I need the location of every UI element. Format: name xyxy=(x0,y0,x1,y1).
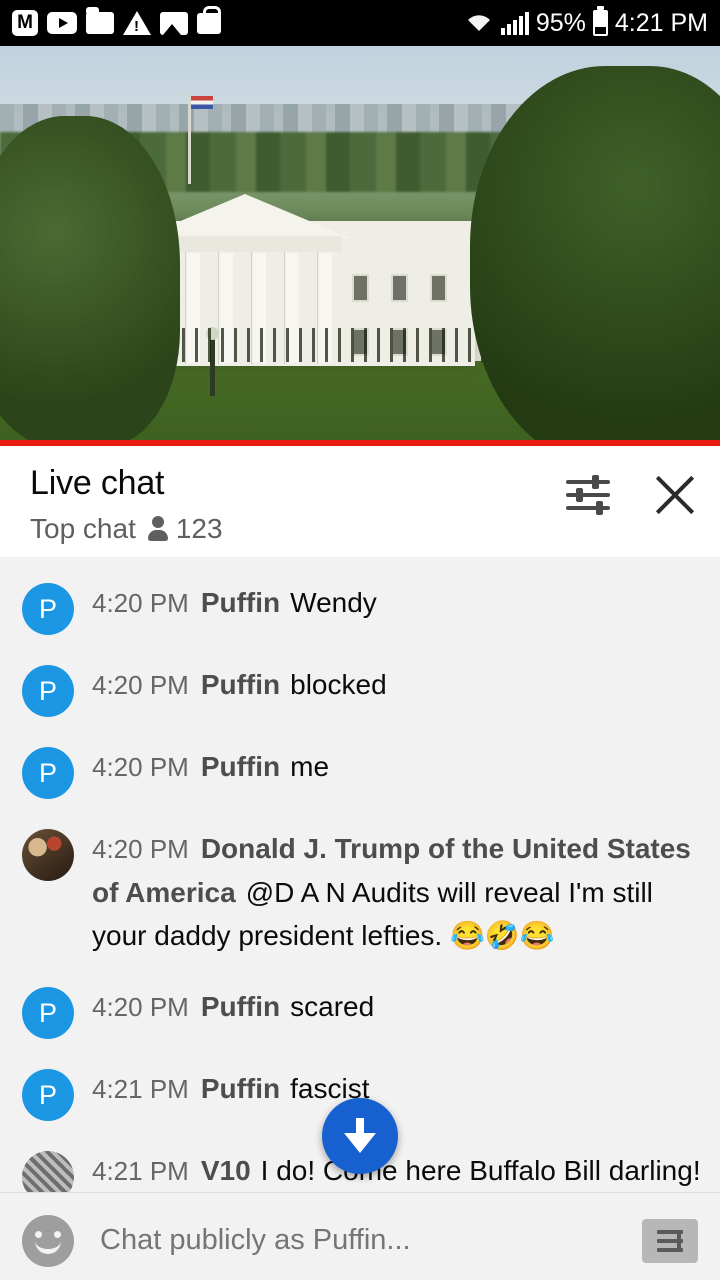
chat-mode-label[interactable]: Top chat xyxy=(30,513,136,545)
message-text: scared xyxy=(290,991,375,1022)
person-icon xyxy=(147,516,168,542)
message-text: me xyxy=(290,751,330,782)
photo-icon xyxy=(160,11,188,35)
avatar[interactable] xyxy=(22,829,74,881)
bag-icon xyxy=(197,5,221,34)
window-row-upper-right xyxy=(352,274,447,302)
status-bar-icons: M xyxy=(12,5,221,36)
avatar[interactable]: P xyxy=(22,747,74,799)
list-item[interactable]: P 4:20 PM Puffin blocked xyxy=(0,649,720,731)
message-time: 4:21 PM xyxy=(92,1074,189,1104)
message-author[interactable]: Puffin xyxy=(201,587,280,618)
message-text: blocked xyxy=(290,669,387,700)
youtube-icon xyxy=(47,12,77,34)
battery-percent: 95% xyxy=(535,8,586,37)
video-player[interactable] xyxy=(0,46,720,446)
message-body: 4:20 PM Puffin blocked xyxy=(92,663,387,707)
chat-input[interactable] xyxy=(74,1224,642,1257)
message-author[interactable]: Puffin xyxy=(201,1073,280,1104)
message-body: 4:21 PMV10I do! Come here Buffalo Bill d… xyxy=(92,1149,702,1192)
message-time: 4:20 PM xyxy=(92,670,189,700)
list-item[interactable]: 4:20 PM Donald J. Trump of the United Sta… xyxy=(0,813,720,971)
tree-right xyxy=(470,66,720,446)
avatar[interactable] xyxy=(22,1151,74,1192)
viewer-count: 123 xyxy=(147,513,223,545)
avatar[interactable]: P xyxy=(22,665,74,717)
status-bar: M 95% 4:21 PM xyxy=(0,0,720,46)
close-icon[interactable] xyxy=(652,472,698,518)
chat-composer xyxy=(0,1192,720,1280)
message-time: 4:20 PM xyxy=(92,834,189,864)
status-bar-system: 95% 4:21 PM xyxy=(464,6,708,38)
list-item[interactable]: P 4:20 PM Puffin Wendy xyxy=(0,567,720,649)
live-chat-header: Live chat Top chat 123 xyxy=(0,446,720,557)
scroll-to-bottom-icon[interactable] xyxy=(322,1098,398,1174)
message-body: 4:20 PM Puffin scared xyxy=(92,985,374,1029)
message-author[interactable]: Puffin xyxy=(201,991,280,1022)
message-time: 4:20 PM xyxy=(92,752,189,782)
message-body: 4:20 PM Donald J. Trump of the United Sta… xyxy=(92,827,702,957)
send-icon[interactable] xyxy=(642,1218,698,1263)
message-time: 4:21 PM xyxy=(92,1156,189,1186)
avatar[interactable]: P xyxy=(22,583,74,635)
wifi-icon xyxy=(464,11,494,35)
message-time: 4:20 PM xyxy=(92,588,189,618)
flagpole xyxy=(188,94,213,184)
tree-left xyxy=(0,116,180,446)
header-actions xyxy=(566,472,698,518)
message-body: 4:20 PM Puffin me xyxy=(92,745,329,789)
list-item[interactable]: P 4:20 PM Puffin scared xyxy=(0,971,720,1053)
avatar[interactable]: P xyxy=(22,1069,74,1121)
battery-icon xyxy=(592,6,608,36)
m-badge-icon: M xyxy=(12,10,38,36)
message-text: Wendy xyxy=(290,587,377,618)
warning-icon xyxy=(123,11,151,35)
emoji-icon[interactable] xyxy=(22,1214,74,1267)
list-item[interactable]: P 4:20 PM Puffin me xyxy=(0,731,720,813)
message-body: 4:20 PM Puffin Wendy xyxy=(92,581,377,625)
message-time: 4:20 PM xyxy=(92,992,189,1022)
message-body: 4:21 PM Puffin fascist xyxy=(92,1067,370,1111)
message-author[interactable]: Puffin xyxy=(201,751,280,782)
filter-icon[interactable] xyxy=(566,475,610,515)
viewer-count-value: 123 xyxy=(175,513,223,544)
signal-icon xyxy=(500,11,529,35)
chat-message-list[interactable]: P 4:20 PM Puffin Wendy P 4:20 PM Puffin bloc… xyxy=(0,557,720,1192)
message-author[interactable]: V10 xyxy=(201,1155,251,1186)
avatar[interactable]: P xyxy=(22,987,74,1039)
message-author[interactable]: Puffin xyxy=(201,669,280,700)
folder-icon xyxy=(86,7,114,34)
clock: 4:21 PM xyxy=(614,8,708,37)
